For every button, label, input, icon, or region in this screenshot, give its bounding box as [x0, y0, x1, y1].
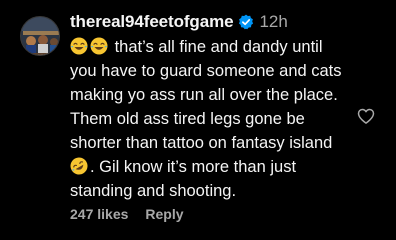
comment-header: thereal94feetofgame 12h: [70, 9, 352, 35]
comment-text: that’s all fine and dandy until you have…: [70, 35, 352, 203]
avatar-image: [21, 17, 59, 55]
face-with-tears-of-joy-icon: [90, 37, 108, 55]
comment-body: thereal94feetofgame 12h that’s all fine …: [70, 9, 352, 203]
comment: thereal94feetofgame 12h that’s all fine …: [0, 0, 396, 240]
timestamp: 12h: [259, 12, 288, 31]
username[interactable]: thereal94feetofgame: [70, 9, 234, 35]
like-heart-icon[interactable]: [356, 106, 376, 126]
comment-footer: 247 likes Reply: [70, 204, 184, 224]
verified-badge-icon: [238, 14, 254, 30]
rolling-on-the-floor-laughing-icon: [70, 157, 88, 175]
face-with-tears-of-joy-icon: [70, 37, 88, 55]
avatar[interactable]: [20, 16, 60, 56]
comment-text-part2: . Gil know it’s more than just standing …: [70, 158, 297, 200]
reply-button[interactable]: Reply: [145, 204, 183, 224]
likes-count[interactable]: 247 likes: [70, 204, 128, 224]
comment-text-part1: that’s all fine and dandy until you have…: [70, 38, 342, 152]
